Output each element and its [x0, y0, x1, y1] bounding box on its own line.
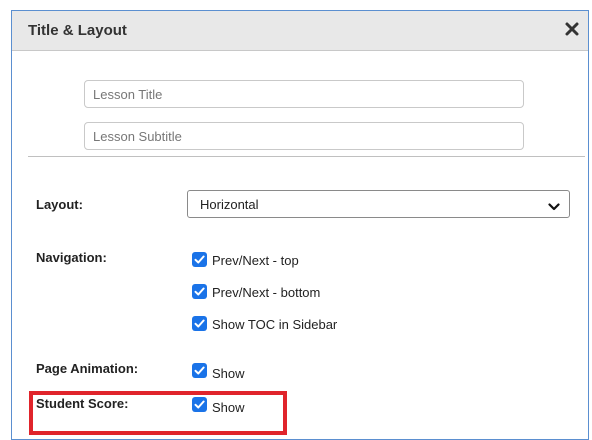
checkbox-prev-next-top[interactable] [192, 252, 207, 267]
checkbox-prev-next-bottom[interactable] [192, 284, 207, 299]
layout-select-value: Horizontal [200, 197, 259, 212]
checkbox-label: Prev/Next - top [212, 253, 299, 268]
checkbox-show-toc[interactable] [192, 316, 207, 331]
checkbox-label: Prev/Next - bottom [212, 285, 321, 300]
close-icon[interactable] [563, 20, 581, 38]
checkbox-label: Show [212, 366, 245, 381]
chevron-down-icon [548, 199, 560, 211]
lesson-subtitle-input[interactable] [84, 122, 524, 150]
student-score-label: Student Score: [36, 396, 129, 411]
checkbox-label: Show TOC in Sidebar [212, 317, 338, 332]
section-divider [28, 156, 585, 157]
checkbox-student-score[interactable] [192, 397, 207, 412]
layout-label: Layout: [36, 197, 83, 212]
page-animation-label: Page Animation: [36, 361, 139, 376]
checkbox-label: Show [212, 400, 245, 415]
layout-select[interactable]: Horizontal [187, 190, 570, 218]
lesson-title-input[interactable] [84, 80, 524, 108]
checkbox-page-animation[interactable] [192, 363, 207, 378]
title-layout-dialog: Title & Layout Layout: Horizontal Naviga… [11, 10, 589, 440]
navigation-label: Navigation: [36, 250, 107, 265]
dialog-titlebar: Title & Layout [12, 11, 588, 51]
dialog-title: Title & Layout [28, 22, 127, 39]
